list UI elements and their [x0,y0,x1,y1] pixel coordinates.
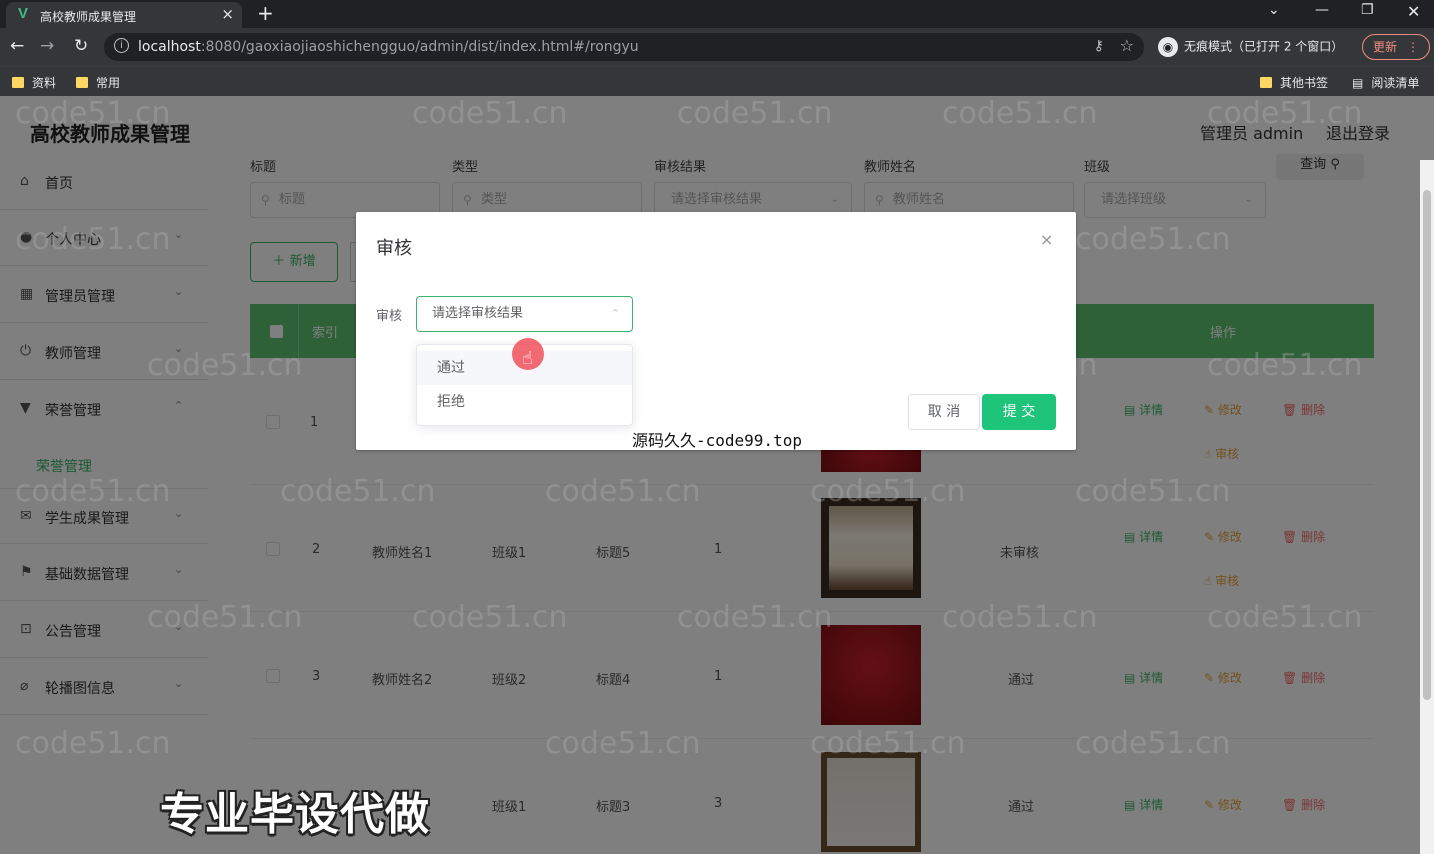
dialog-title: 审核 [376,238,412,259]
review-field-label: 审核 [376,309,403,324]
bookmarks-bar: 资料 常用 其他书签 ▤ 阅读清单 [0,66,1434,96]
select-placeholder: 请选择审核结果 [432,306,524,321]
restore-icon[interactable]: ❐ [1361,2,1374,18]
vue-logo-icon: V [18,5,29,22]
click-indicator: ☝ [512,338,544,370]
folder-icon [76,77,88,88]
browser-toolbar: ← → ↻ i localhost:8080/gaoxiaojiaoshiche… [0,28,1434,66]
overlay-banner: 专业毕设代做 [160,789,430,840]
incognito-label: 无痕模式（已打开 2 个窗口） [1184,39,1344,54]
chevron-up-icon: ⌃ [610,307,620,320]
submit-button[interactable]: 提 交 [982,394,1056,430]
forward-icon[interactable]: → [40,36,54,56]
reading-list-icon: ▤ [1352,76,1364,90]
modal-overlay[interactable] [0,96,1434,854]
bookmark-folder-ziliao[interactable]: 资料 [12,74,56,91]
folder-icon [1260,77,1272,88]
update-label: 更新 [1373,40,1398,54]
update-button[interactable]: 更新 ⋮ [1362,34,1430,60]
scrollbar-thumb[interactable] [1423,190,1431,700]
folder-icon [12,77,24,88]
window-close-icon[interactable]: ✕ [1407,2,1420,21]
bookmark-star-icon[interactable]: ☆ [1120,36,1134,55]
minimize-icon[interactable]: — [1315,2,1329,18]
other-bookmarks[interactable]: 其他书签 [1260,74,1328,91]
overlay-caption: 源码久久-code99.top [632,431,802,450]
reload-icon[interactable]: ↻ [74,36,88,56]
key-icon[interactable]: ⚷ [1094,38,1104,54]
incognito-indicator[interactable]: ◉ 无痕模式（已打开 2 个窗口） [1158,37,1343,57]
address-bar[interactable]: i localhost:8080/gaoxiaojiaoshichengguo/… [104,33,1144,61]
browser-tabbar: V 高校教师成果管理 × + ⌄ — ❐ ✕ [0,0,1434,28]
new-tab-button[interactable]: + [257,1,274,25]
hand-cursor-icon: ☝ [522,348,533,369]
incognito-icon: ◉ [1158,37,1178,57]
tab-search-icon[interactable]: ⌄ [1268,2,1280,18]
menu-dots-icon: ⋮ [1407,40,1419,54]
review-result-select[interactable]: 请选择审核结果 ⌃ [416,296,633,332]
site-info-icon[interactable]: i [114,38,129,53]
page-scrollbar[interactable] [1420,160,1434,854]
url-text: localhost:8080/gaoxiaojiaoshichengguo/ad… [138,39,639,55]
cancel-button[interactable]: 取 消 [908,394,980,430]
back-icon[interactable]: ← [10,36,24,56]
bookmark-label: 资料 [32,76,57,90]
option-reject[interactable]: 拒绝 [417,385,632,419]
other-bookmarks-label: 其他书签 [1280,76,1329,90]
browser-tab[interactable]: V 高校教师成果管理 × [6,2,242,28]
bookmark-folder-changyong[interactable]: 常用 [76,74,120,91]
tab-title: 高校教师成果管理 [40,10,137,24]
bookmark-label: 常用 [96,76,121,90]
reading-list[interactable]: ▤ 阅读清单 [1352,74,1419,91]
tab-close-icon[interactable]: × [221,5,234,23]
close-icon[interactable]: × [1040,230,1053,249]
reading-list-label: 阅读清单 [1371,76,1420,90]
